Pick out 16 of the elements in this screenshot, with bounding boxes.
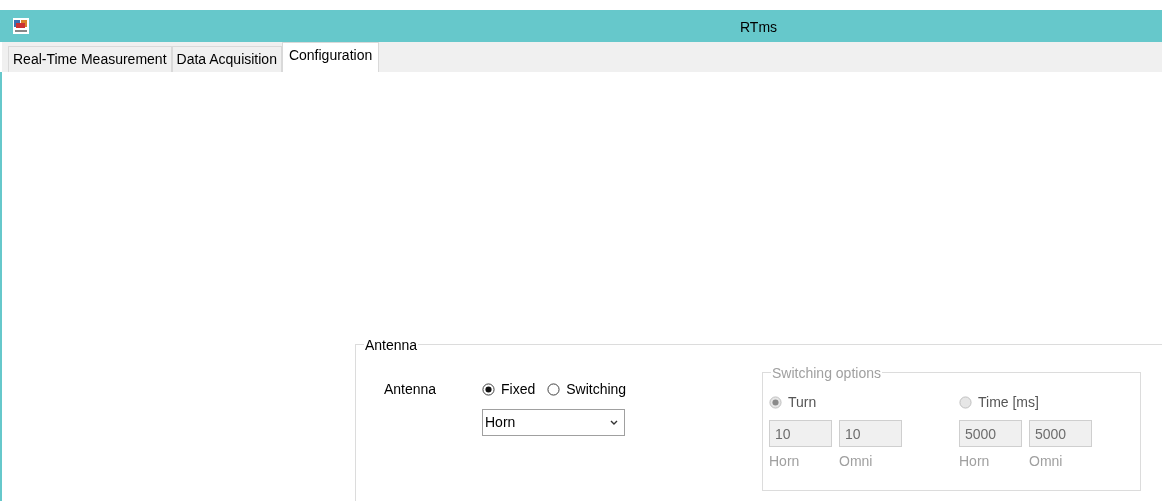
app-icon <box>13 18 29 34</box>
radio-label[interactable]: Fixed <box>501 379 536 400</box>
tab[interactable]: Configuration <box>281 42 380 72</box>
radio-label[interactable]: Switching <box>566 379 627 400</box>
tab[interactable]: Real-Time Measurement <box>8 46 172 72</box>
field-caption: Omni <box>839 452 874 471</box>
tab[interactable]: Data Acquisition <box>171 46 282 72</box>
antenna-dropdown[interactable]: Horn <box>482 409 625 436</box>
caret-icon <box>610 419 618 426</box>
radio-icon[interactable] <box>547 383 561 396</box>
field-caption: Horn <box>769 452 801 471</box>
field-caption: Omni <box>1029 452 1064 471</box>
field-label: Antenna <box>384 380 437 399</box>
radio-selected-icon[interactable] <box>482 383 495 396</box>
window-title: RTms <box>740 18 778 37</box>
field-caption: Horn <box>959 452 991 471</box>
